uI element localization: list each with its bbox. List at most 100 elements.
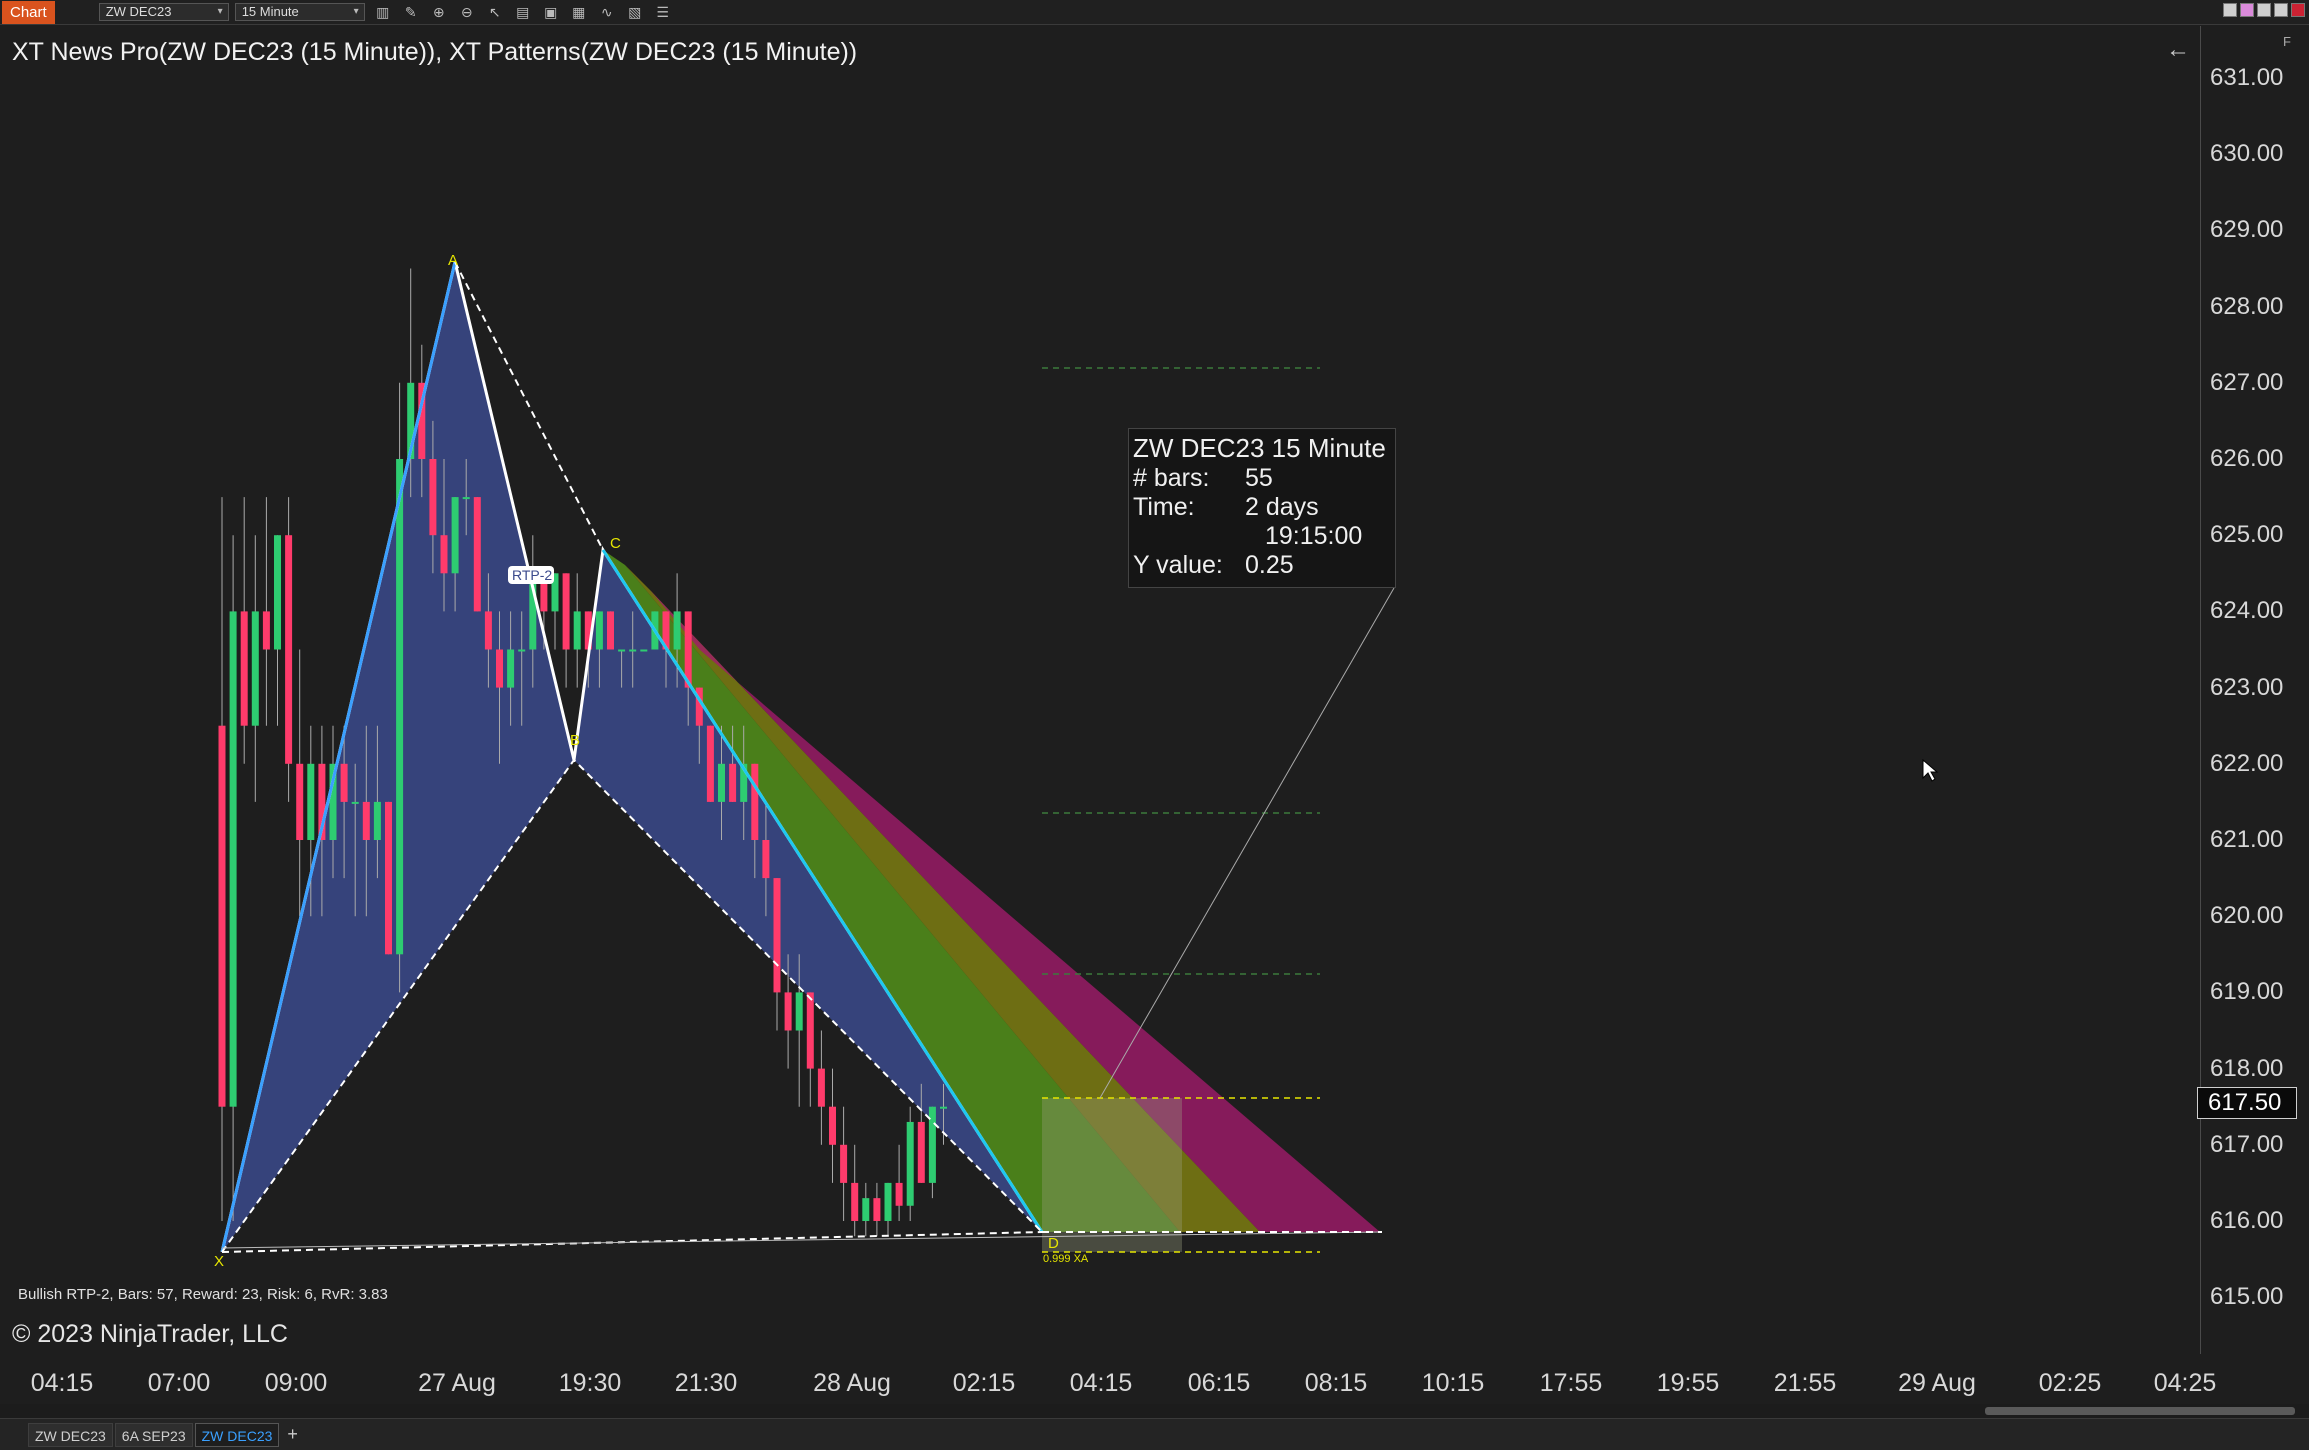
candle-body	[629, 649, 637, 652]
price-axis-label: 625.00	[2210, 521, 2284, 549]
time-axis-label: 09:00	[264, 1369, 328, 1397]
price-axis-label: 631.00	[2210, 64, 2284, 91]
candle-body	[762, 840, 770, 879]
candle-body	[817, 1068, 825, 1107]
time-axis-label: 07:00	[147, 1369, 211, 1397]
candle-body	[906, 1121, 914, 1206]
candle-body	[251, 611, 259, 726]
candle-body	[795, 992, 803, 1031]
candle-body	[396, 459, 404, 955]
candle-body	[607, 611, 614, 650]
candle-body	[640, 649, 648, 652]
candle-body	[940, 1106, 947, 1109]
tooltip-bars-label: # bars:	[1133, 464, 1210, 492]
candle-body	[851, 1182, 859, 1221]
tab-6a-sep23[interactable]: 6A SEP23	[114, 1422, 193, 1447]
candle-body	[484, 611, 492, 650]
tooltip-y-value: 0.25	[1245, 551, 1294, 579]
tooltip-time-row: Time: 2 days	[1133, 493, 1391, 522]
time-axis-label: 04:15	[30, 1369, 94, 1397]
candle-body	[296, 763, 304, 840]
pattern-xd-baseline	[221, 1231, 1383, 1249]
fib-xa-label: 0.999 XA	[1043, 1253, 1089, 1265]
indicator-title: XT News Pro(ZW DEC23 (15 Minute)), XT Pa…	[12, 38, 858, 66]
price-axis-label: 628.00	[2210, 292, 2284, 320]
candle-body	[340, 763, 348, 802]
time-axis-label: 19:30	[558, 1369, 622, 1397]
candle-body	[373, 801, 381, 840]
candle-body	[518, 649, 526, 652]
scrollbar-thumb[interactable]	[1985, 1407, 2295, 1415]
point-label-x: X	[214, 1253, 224, 1270]
mouse-cursor-icon	[1922, 758, 1939, 782]
candle-body	[362, 801, 370, 840]
candle-body	[351, 801, 359, 804]
price-axis-label: 616.00	[2210, 1207, 2284, 1234]
candle-body	[729, 763, 737, 802]
add-tab-button[interactable]: +	[287, 1424, 298, 1445]
tooltip-time-value2: 19:15:00	[1265, 522, 1363, 550]
tab-zw-dec23[interactable]: ZW DEC23	[28, 1422, 113, 1447]
candle-body	[673, 611, 681, 650]
tooltip-time-value: 2 days	[1245, 493, 1319, 521]
candle-body	[706, 725, 714, 802]
time-axis-label: 10:15	[1421, 1369, 1485, 1397]
candle-body	[873, 1198, 881, 1221]
price-axis-label: 618.00	[2210, 1054, 2284, 1082]
candle-body	[240, 611, 248, 726]
candle-body	[595, 611, 603, 650]
candle-body	[773, 878, 781, 993]
candle-body	[884, 1182, 892, 1221]
point-label-a: A	[448, 252, 458, 269]
candle-body	[751, 763, 759, 840]
price-axis-label: 626.00	[2210, 445, 2284, 472]
horizontal-scrollbar[interactable]	[0, 1404, 2309, 1418]
price-axis-label: 620.00	[2210, 902, 2284, 930]
candle-body	[718, 763, 725, 802]
pattern-badge-label: RTP-2	[512, 567, 552, 583]
tab-zw-dec23-active[interactable]: ZW DEC23	[194, 1422, 280, 1447]
candle-body	[862, 1198, 870, 1221]
candle-body	[917, 1121, 925, 1183]
price-axis-label: 623.00	[2210, 673, 2284, 701]
candle-body	[573, 611, 581, 650]
candle-body	[385, 801, 392, 955]
candle-body	[274, 535, 281, 650]
candle-body	[440, 535, 448, 574]
candle-body	[507, 649, 515, 688]
time-axis-label: 19:55	[1656, 1369, 1720, 1397]
tooltip-y-row: Y value: 0.25	[1133, 551, 1391, 580]
candle-body	[285, 535, 293, 764]
pattern-info-text: Bullish RTP-2, Bars: 57, Reward: 23, Ris…	[18, 1286, 388, 1303]
price-axis-label: 619.00	[2210, 978, 2284, 1006]
time-axis-label: 29 Aug	[1898, 1369, 1976, 1397]
time-axis-label: 21:55	[1773, 1369, 1837, 1397]
tooltip-bars-value: 55	[1245, 464, 1273, 492]
time-axis-label: 17:55	[1539, 1369, 1603, 1397]
price-axis-label: 630.00	[2210, 140, 2284, 168]
point-label-d: D	[1048, 1235, 1059, 1252]
candle-body	[562, 573, 570, 650]
candle-body	[262, 611, 270, 650]
price-axis-label: 629.00	[2210, 216, 2284, 244]
candle-body	[307, 763, 315, 840]
price-axis-label: 624.00	[2210, 597, 2284, 625]
price-axis-label: 615.00	[2210, 1283, 2284, 1311]
measure-tooltip: ZW DEC23 15 Minute # bars: 55 Time: 2 days…	[1128, 428, 1396, 588]
measure-line	[1099, 587, 1395, 1099]
time-axis-label: 04:15	[1069, 1369, 1133, 1397]
time-axis-label: 27 Aug	[418, 1369, 496, 1397]
candle-body	[429, 459, 437, 536]
time-axis-label: 02:25	[2038, 1369, 2102, 1397]
arrow-left-icon[interactable]: ←	[2166, 36, 2190, 64]
tooltip-title: ZW DEC23 15 Minute	[1133, 433, 1386, 463]
time-axis-label: 28 Aug	[813, 1369, 891, 1397]
target-zone	[1042, 1098, 1182, 1252]
time-axis-label: 04:25	[2153, 1369, 2217, 1397]
candle-body	[496, 649, 503, 688]
price-chart[interactable]: X A B C D 0.999 XA RTP-2	[0, 0, 2309, 1450]
candle-body	[218, 725, 226, 1107]
time-axis-label: 02:15	[952, 1369, 1016, 1397]
price-axis-label: 622.00	[2210, 749, 2284, 777]
tooltip-bars-row: # bars: 55	[1133, 464, 1391, 493]
